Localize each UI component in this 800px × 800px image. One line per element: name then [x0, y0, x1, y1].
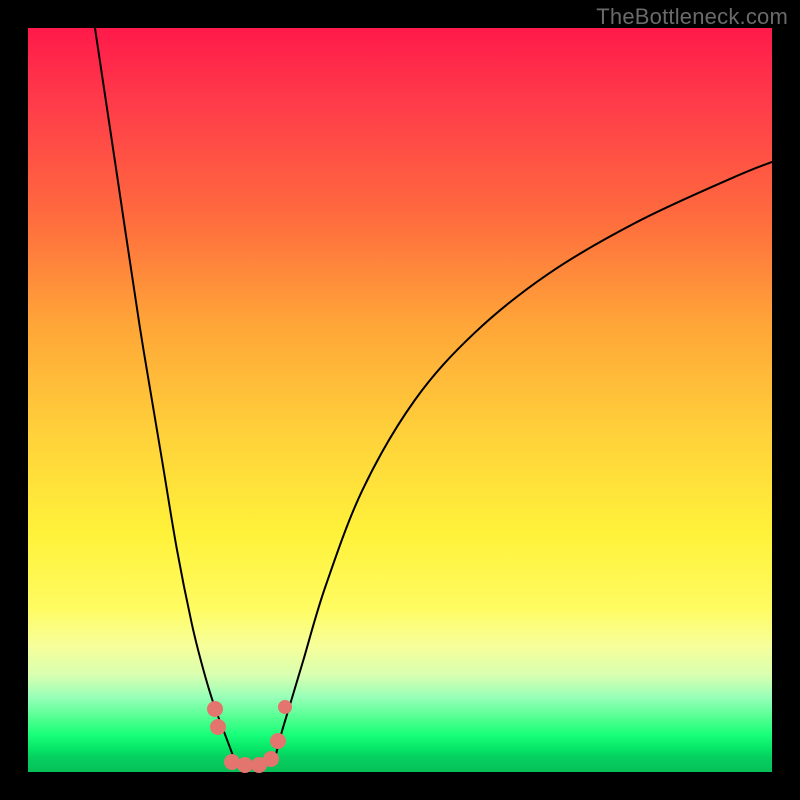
curve-floor-marker: [263, 751, 279, 767]
curve-floor-marker: [278, 700, 292, 714]
bottleneck-curve: [28, 28, 772, 772]
curve-floor-marker: [270, 733, 286, 749]
curve-path: [95, 28, 772, 765]
watermark-text: TheBottleneck.com: [596, 4, 788, 30]
chart-plot-area: [28, 28, 772, 772]
